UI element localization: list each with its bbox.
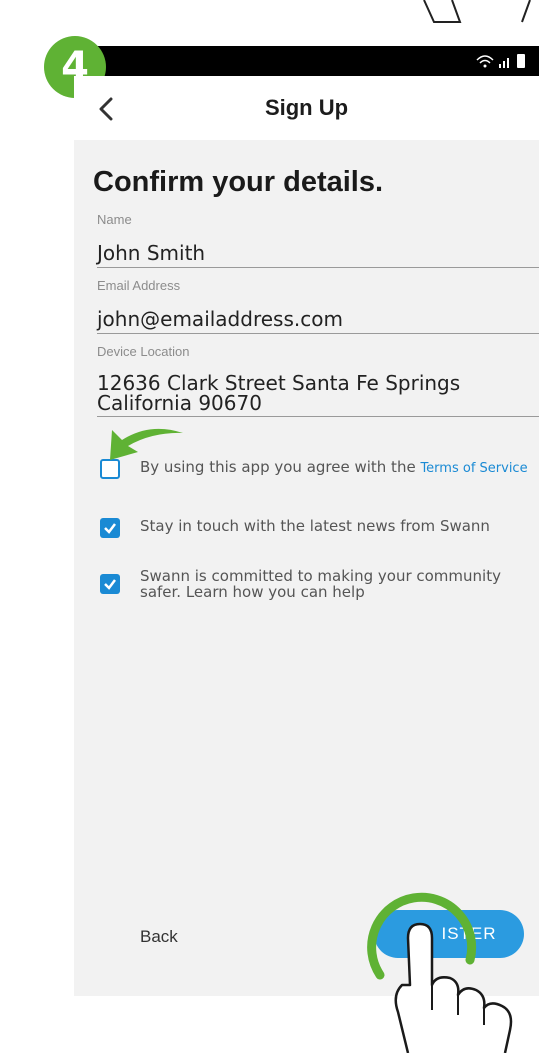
terms-label: By using this app you agree with the: [140, 458, 421, 476]
back-button[interactable]: Back: [140, 927, 178, 947]
terms-of-service-link[interactable]: Terms of Service: [420, 461, 527, 476]
terms-text: By using this app you agree with the Ter…: [140, 459, 529, 477]
status-icons: [476, 54, 525, 68]
terms-checkbox[interactable]: [100, 459, 120, 479]
register-label: ISTER: [441, 924, 497, 943]
community-text: Swann is committed to making your commun…: [140, 568, 529, 600]
community-checkbox[interactable]: [100, 574, 120, 594]
checkmark-icon: [104, 579, 116, 590]
news-text: Stay in touch with the latest news from …: [140, 517, 490, 535]
checkmark-icon: [104, 523, 116, 534]
name-field[interactable]: John Smith: [97, 242, 539, 268]
email-field[interactable]: john@emailaddress.com: [97, 308, 539, 334]
status-bar: [74, 46, 539, 76]
location-label: Device Location: [97, 344, 190, 359]
signup-form: Confirm your details. Name John Smith Em…: [74, 140, 539, 996]
register-button[interactable]: ISTER: [374, 910, 524, 958]
app-header: Sign Up: [74, 76, 539, 140]
form-heading: Confirm your details.: [93, 166, 384, 198]
location-line-1: 12636 Clark Street Santa Fe Springs: [97, 371, 461, 395]
page-title: Sign Up: [264, 95, 349, 120]
community-line-2: safer. Learn how you can help: [140, 583, 365, 601]
location-field[interactable]: 12636 Clark Street Santa Fe Springs Cali…: [97, 373, 539, 417]
news-checkbox[interactable]: [100, 518, 120, 538]
location-line-2: California 90670: [97, 391, 262, 415]
email-label: Email Address: [97, 278, 181, 293]
community-line-1: Swann is committed to making your commun…: [140, 567, 501, 585]
name-label: Name: [97, 212, 132, 227]
